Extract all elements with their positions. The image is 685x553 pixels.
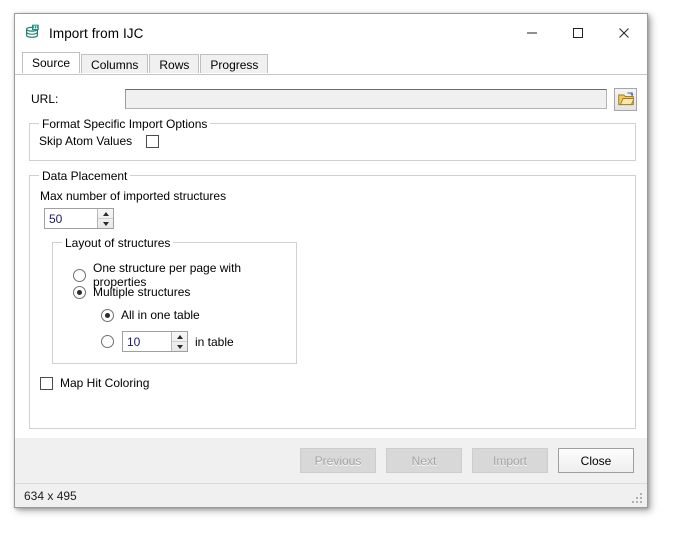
skip-atom-values-row: Skip Atom Values [39, 134, 159, 148]
window-size-status: 634 x 495 [24, 489, 77, 503]
radio-icon[interactable] [73, 269, 86, 282]
tab-strip: Source Columns Rows Progress [15, 52, 647, 74]
radio-icon[interactable] [101, 335, 114, 348]
close-button[interactable]: Close [558, 448, 634, 473]
data-placement-group: Data Placement Max number of imported st… [29, 175, 636, 429]
layout-of-structures-title: Layout of structures [62, 236, 173, 250]
tab-columns[interactable]: Columns [81, 54, 148, 75]
database-stack-icon [24, 24, 42, 42]
minimize-icon[interactable] [509, 14, 555, 52]
in-table-label: in table [195, 335, 234, 349]
spin-down-icon[interactable] [98, 219, 113, 228]
max-structures-spin-buttons[interactable] [97, 209, 113, 228]
in-table-count-input[interactable] [123, 332, 171, 351]
url-label: URL: [31, 92, 125, 106]
tab-progress[interactable]: Progress [200, 54, 268, 75]
import-button[interactable]: Import [472, 448, 548, 473]
skip-atom-values-checkbox[interactable] [146, 135, 159, 148]
tab-source[interactable]: Source [22, 52, 80, 74]
open-folder-icon[interactable] [614, 88, 637, 111]
in-table-count-stepper[interactable] [122, 331, 188, 352]
max-structures-stepper[interactable] [44, 208, 114, 229]
tab-rows[interactable]: Rows [149, 54, 199, 75]
radio-label: Multiple structures [93, 285, 190, 299]
dialog-button-bar: Previous Next Import Close [15, 438, 647, 483]
status-bar: 634 x 495 [15, 483, 647, 507]
radio-all-in-one-table[interactable]: All in one table [101, 308, 200, 322]
spin-down-icon[interactable] [172, 342, 187, 351]
map-hit-coloring-label: Map Hit Coloring [60, 376, 149, 390]
max-structures-input[interactable] [45, 209, 97, 228]
radio-icon[interactable] [101, 309, 114, 322]
source-tab-panel: URL: Format Specific Import Options Skip… [15, 74, 647, 438]
radio-multiple-structures[interactable]: Multiple structures [73, 285, 190, 299]
maximize-icon[interactable] [555, 14, 601, 52]
map-hit-coloring-row[interactable]: Map Hit Coloring [40, 376, 149, 390]
url-row: URL: [31, 88, 637, 110]
in-table-spin-buttons[interactable] [171, 332, 187, 351]
layout-of-structures-group: Layout of structures One structure per p… [52, 242, 297, 364]
data-placement-title: Data Placement [39, 169, 130, 183]
radio-icon[interactable] [73, 286, 86, 299]
radio-n-in-table[interactable]: in table [101, 331, 234, 352]
format-options-title: Format Specific Import Options [39, 117, 210, 131]
import-dialog-window: Import from IJC Source Columns Rows Prog… [14, 13, 648, 508]
map-hit-coloring-checkbox[interactable] [40, 377, 53, 390]
url-input[interactable] [125, 89, 607, 109]
skip-atom-values-label: Skip Atom Values [39, 134, 132, 148]
resize-grip-icon[interactable] [631, 491, 644, 504]
next-button[interactable]: Next [386, 448, 462, 473]
format-options-group: Format Specific Import Options Skip Atom… [29, 123, 636, 161]
window-title: Import from IJC [49, 26, 144, 41]
window-controls [509, 14, 647, 52]
title-bar: Import from IJC [15, 14, 647, 52]
close-icon[interactable] [601, 14, 647, 52]
previous-button[interactable]: Previous [300, 448, 376, 473]
spin-up-icon[interactable] [98, 209, 113, 219]
spin-up-icon[interactable] [172, 332, 187, 342]
radio-label: All in one table [121, 308, 200, 322]
max-structures-label: Max number of imported structures [40, 189, 226, 203]
